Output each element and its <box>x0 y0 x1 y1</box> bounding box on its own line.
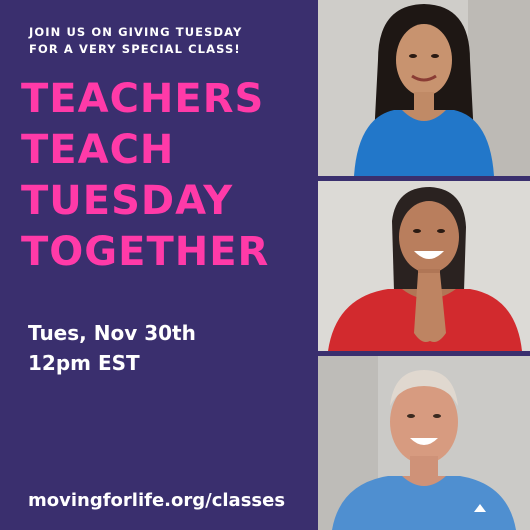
event-datetime: Tues, Nov 30th 12pm EST <box>28 318 196 378</box>
text-panel: JOIN US ON GIVING TUESDAY FOR A VERY SPE… <box>0 0 318 530</box>
teacher-photo-2 <box>318 181 530 351</box>
teacher-photo-1 <box>318 0 530 176</box>
event-time: 12pm EST <box>28 351 140 375</box>
intro-line-2: FOR A VERY SPECIAL CLASS! <box>29 42 241 56</box>
headline-line-4: TOGETHER <box>21 229 270 275</box>
teacher-photo-3 <box>318 356 530 530</box>
headline-line-3: TUESDAY <box>21 178 234 224</box>
headline-line-1: TEACHERS <box>21 76 265 122</box>
website-link[interactable]: movingforlife.org/classes <box>28 490 285 511</box>
intro-text: JOIN US ON GIVING TUESDAY FOR A VERY SPE… <box>29 24 242 58</box>
photo-column <box>318 0 530 530</box>
headline-line-2: TEACH <box>21 127 175 173</box>
event-poster: JOIN US ON GIVING TUESDAY FOR A VERY SPE… <box>0 0 530 530</box>
headline: TEACHERS TEACH TUESDAY TOGETHER <box>21 74 269 278</box>
event-date: Tues, Nov 30th <box>28 321 196 345</box>
intro-line-1: JOIN US ON GIVING TUESDAY <box>29 25 243 39</box>
